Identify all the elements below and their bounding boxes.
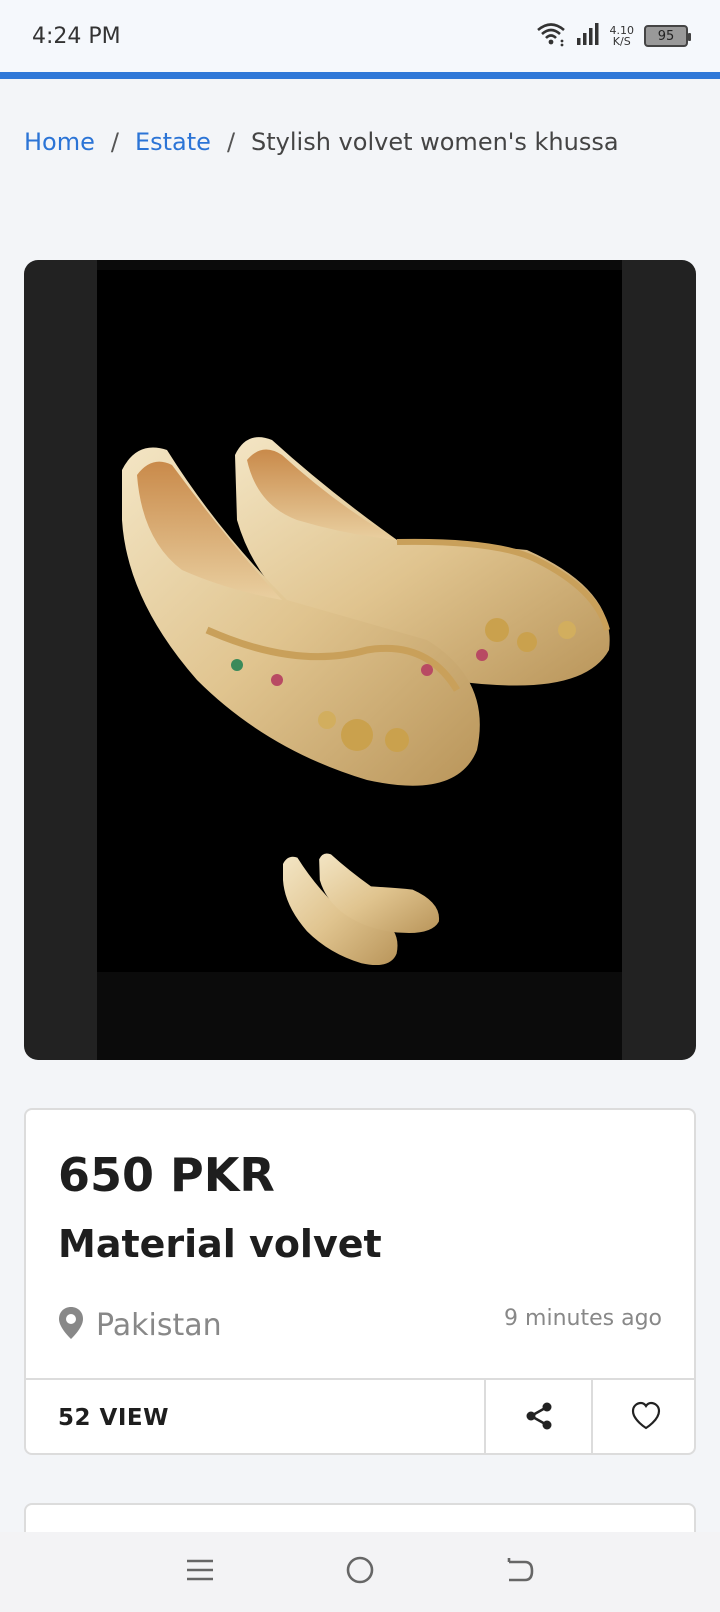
breadcrumb: Home / Estate / Stylish volvet women's k… bbox=[24, 128, 619, 156]
view-count: 52 VIEW bbox=[58, 1404, 169, 1431]
favorite-button[interactable] bbox=[591, 1380, 694, 1453]
breadcrumb-separator: / bbox=[226, 128, 236, 156]
breadcrumb-current: Stylish volvet women's khussa bbox=[251, 128, 619, 156]
net-speed: 4.10 K/S bbox=[610, 25, 635, 47]
location-pin-icon bbox=[58, 1306, 84, 1344]
breadcrumb-home[interactable]: Home bbox=[24, 128, 95, 156]
heart-icon bbox=[630, 1401, 662, 1435]
home-circle-icon[interactable] bbox=[345, 1555, 375, 1589]
location-text: Pakistan bbox=[96, 1307, 222, 1343]
breadcrumb-separator: / bbox=[110, 128, 119, 156]
battery-icon: 95 bbox=[644, 25, 691, 47]
product-image[interactable] bbox=[97, 270, 622, 972]
status-time: 4:24 PM bbox=[32, 23, 121, 49]
back-icon[interactable] bbox=[505, 1556, 535, 1588]
system-nav-bar bbox=[0, 1532, 720, 1612]
menu-icon[interactable] bbox=[185, 1557, 215, 1587]
product-gallery[interactable] bbox=[24, 260, 696, 1060]
header-accent-bar bbox=[0, 72, 720, 79]
breadcrumb-estate[interactable]: Estate bbox=[135, 128, 211, 156]
share-button[interactable] bbox=[484, 1380, 591, 1453]
share-icon bbox=[523, 1400, 555, 1436]
listing-info-card: 650 PKR Material volvet Pakistan 9 minut… bbox=[24, 1108, 696, 1455]
posted-time: 9 minutes ago bbox=[504, 1306, 662, 1331]
wifi-icon bbox=[536, 21, 566, 51]
listing-title: Material volvet bbox=[58, 1222, 382, 1266]
status-icons: 4.10 K/S 95 bbox=[536, 21, 691, 51]
listing-location: Pakistan bbox=[58, 1306, 222, 1344]
net-speed-unit: K/S bbox=[612, 35, 631, 48]
status-bar: 4:24 PM 4.10 K/S 95 bbox=[0, 0, 720, 72]
battery-level: 95 bbox=[657, 28, 675, 44]
card-footer: 52 VIEW bbox=[26, 1378, 694, 1453]
signal-icon bbox=[576, 22, 600, 50]
listing-price: 650 PKR bbox=[58, 1148, 275, 1202]
